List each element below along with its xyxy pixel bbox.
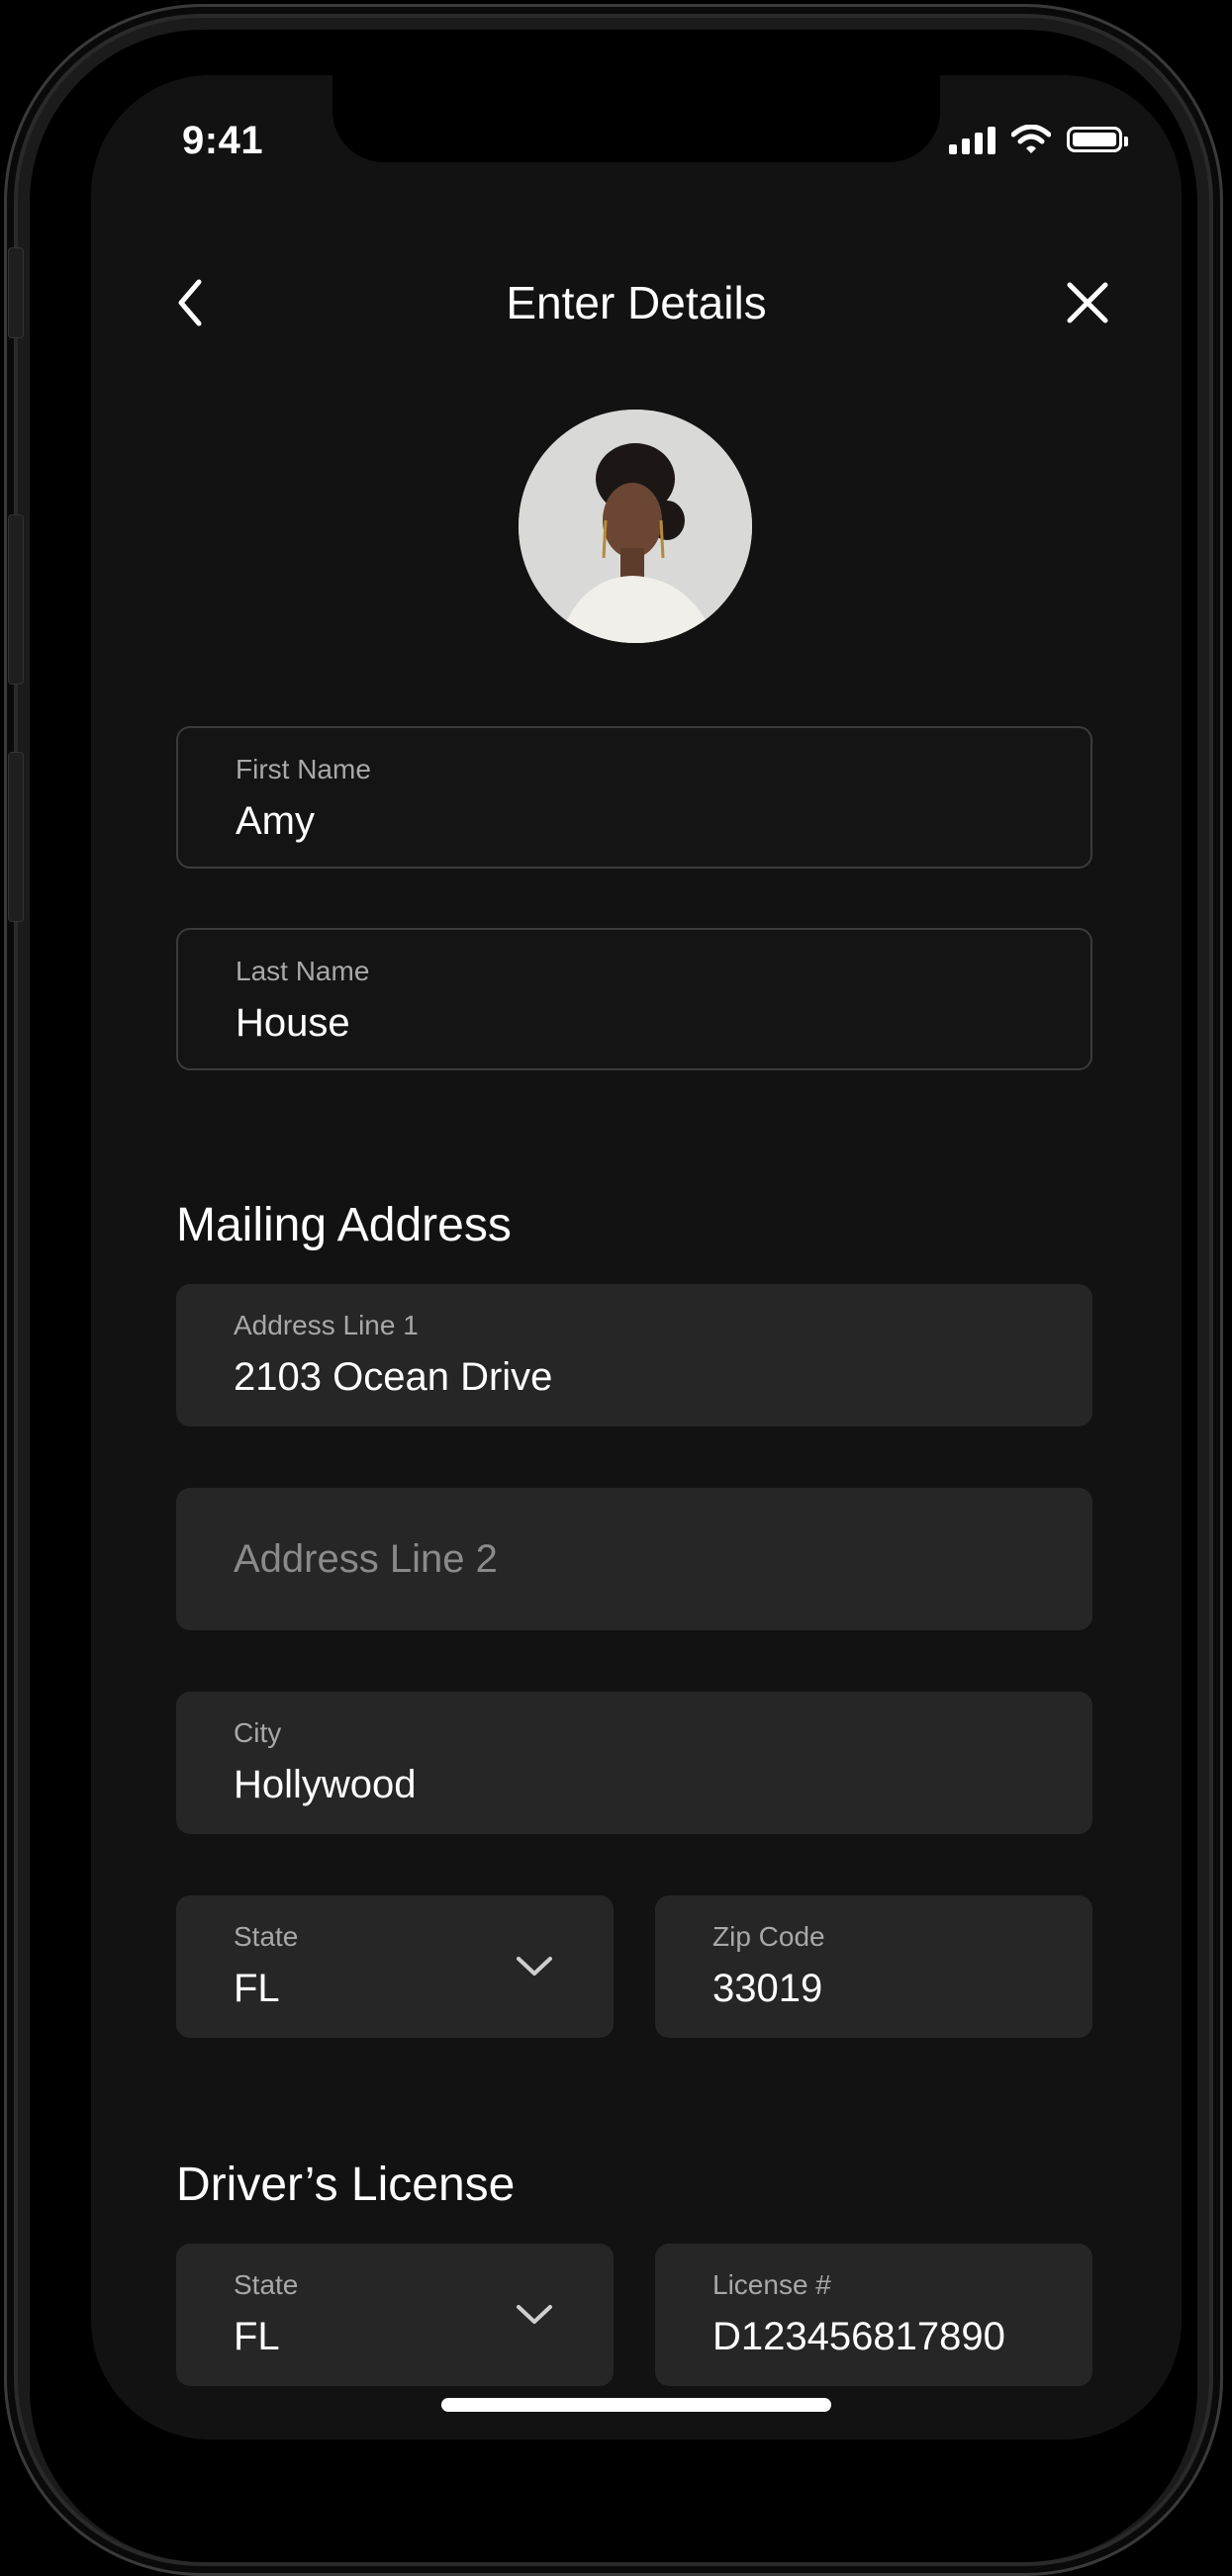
zip-code-value: 33019 bbox=[712, 1967, 823, 2010]
avatar[interactable] bbox=[519, 410, 752, 643]
license-state-select[interactable]: State FL bbox=[176, 2244, 614, 2386]
address-line2-field[interactable]: Address Line 2 bbox=[176, 1488, 1092, 1630]
address-line1-field[interactable]: Address Line 1 2103 Ocean Drive bbox=[176, 1284, 1092, 1426]
last-name-label: Last Name bbox=[236, 956, 370, 986]
notch bbox=[332, 75, 940, 162]
license-state-value: FL bbox=[234, 2315, 280, 2358]
phone-screen: 9:41 Enter Details First Name Amy Last N… bbox=[91, 75, 1182, 2439]
battery-icon bbox=[1067, 127, 1128, 152]
chevron-down-icon bbox=[517, 2305, 552, 2324]
mailing-address-heading: Mailing Address bbox=[176, 1199, 512, 1251]
address-line2-placeholder: Address Line 2 bbox=[234, 1537, 498, 1581]
volume-down-button bbox=[8, 752, 24, 922]
mailing-state-select[interactable]: State FL bbox=[176, 1895, 614, 2038]
first-name-value: Amy bbox=[236, 799, 315, 843]
home-indicator[interactable] bbox=[441, 2398, 831, 2412]
mute-switch bbox=[8, 247, 24, 338]
chevron-down-icon bbox=[517, 1957, 552, 1976]
address-line1-label: Address Line 1 bbox=[234, 1310, 419, 1340]
mailing-state-label: State bbox=[234, 1921, 299, 1952]
city-field[interactable]: City Hollywood bbox=[176, 1692, 1092, 1834]
zip-code-field[interactable]: Zip Code 33019 bbox=[655, 1895, 1092, 2038]
license-number-field[interactable]: License # D123456817890 bbox=[655, 2244, 1092, 2386]
close-button[interactable] bbox=[1053, 263, 1122, 342]
drivers-license-heading: Driver’s License bbox=[176, 2159, 516, 2211]
close-icon bbox=[1067, 282, 1108, 323]
cellular-signal-icon bbox=[949, 125, 995, 154]
last-name-field[interactable]: Last Name House bbox=[176, 928, 1092, 1070]
status-icons bbox=[949, 125, 1128, 154]
license-number-label: License # bbox=[712, 2269, 831, 2300]
address-line1-value: 2103 Ocean Drive bbox=[234, 1355, 553, 1399]
wifi-icon bbox=[1011, 125, 1051, 153]
first-name-label: First Name bbox=[236, 754, 371, 784]
first-name-field[interactable]: First Name Amy bbox=[176, 726, 1092, 869]
volume-up-button bbox=[8, 514, 24, 685]
city-label: City bbox=[234, 1717, 282, 1748]
nav-bar: Enter Details bbox=[91, 263, 1182, 342]
avatar-photo bbox=[519, 410, 752, 643]
city-value: Hollywood bbox=[234, 1763, 417, 1806]
mailing-state-value: FL bbox=[234, 1967, 280, 2010]
status-time: 9:41 bbox=[182, 119, 264, 162]
page-title: Enter Details bbox=[506, 277, 767, 328]
last-name-value: House bbox=[236, 1001, 350, 1045]
zip-code-label: Zip Code bbox=[712, 1921, 825, 1952]
license-number-value: D123456817890 bbox=[712, 2315, 1005, 2358]
license-state-label: State bbox=[234, 2269, 299, 2300]
